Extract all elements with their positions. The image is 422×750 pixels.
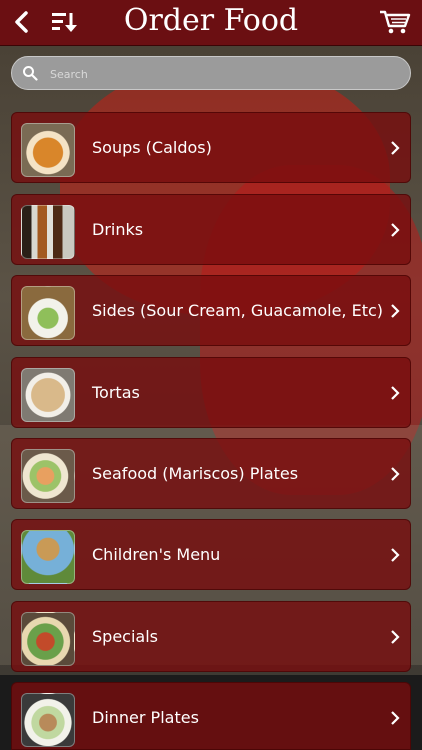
list-item-label: Seafood (Mariscos) Plates — [92, 464, 299, 483]
seafood-thumbnail — [21, 449, 75, 503]
chevron-right-icon — [391, 467, 400, 481]
nav-bar: Order Food — [0, 0, 422, 46]
list-item-seafood[interactable]: Seafood (Mariscos) Plates — [11, 438, 411, 509]
list-item-drinks[interactable]: Drinks — [11, 194, 411, 265]
search-input[interactable] — [48, 60, 402, 88]
sides-thumbnail — [21, 286, 75, 340]
chevron-right-icon — [391, 548, 400, 562]
chevron-right-icon — [391, 386, 400, 400]
search-icon — [23, 66, 38, 81]
chevron-right-icon — [391, 630, 400, 644]
list-item-label: Dinner Plates — [92, 708, 199, 727]
soup-thumbnail — [21, 123, 75, 177]
tortas-thumbnail — [21, 368, 75, 422]
chevron-right-icon — [391, 304, 400, 318]
chevron-right-icon — [391, 711, 400, 725]
list-item-tortas[interactable]: Tortas — [11, 357, 411, 428]
list-item-specials[interactable]: Specials — [11, 601, 411, 672]
chevron-right-icon — [391, 141, 400, 155]
list-item-childrens-menu[interactable]: Children's Menu — [11, 519, 411, 590]
search-bar[interactable] — [11, 56, 411, 90]
list-item-label: Sides (Sour Cream, Guacamole, Etc) — [92, 301, 384, 320]
page-title: Order Food — [123, 3, 299, 38]
list-item-label: Tortas — [92, 383, 140, 402]
specials-thumbnail — [21, 612, 75, 666]
list-item-dinner-plates[interactable]: Dinner Plates — [11, 682, 411, 750]
list-item-label: Drinks — [92, 220, 144, 239]
list-item-label: Children's Menu — [92, 545, 221, 564]
list-item-sides[interactable]: Sides (Sour Cream, Guacamole, Etc) — [11, 275, 411, 346]
dinner-thumbnail — [21, 693, 75, 747]
drinks-thumbnail — [21, 205, 75, 259]
list-item-label: Specials — [92, 627, 158, 646]
shopping-cart-icon — [380, 10, 411, 34]
kids-thumbnail — [21, 530, 75, 584]
cart-button[interactable] — [378, 8, 412, 36]
list-item-soups[interactable]: Soups (Caldos) — [11, 112, 411, 183]
list-item-label: Soups (Caldos) — [92, 138, 212, 157]
chevron-right-icon — [391, 223, 400, 237]
